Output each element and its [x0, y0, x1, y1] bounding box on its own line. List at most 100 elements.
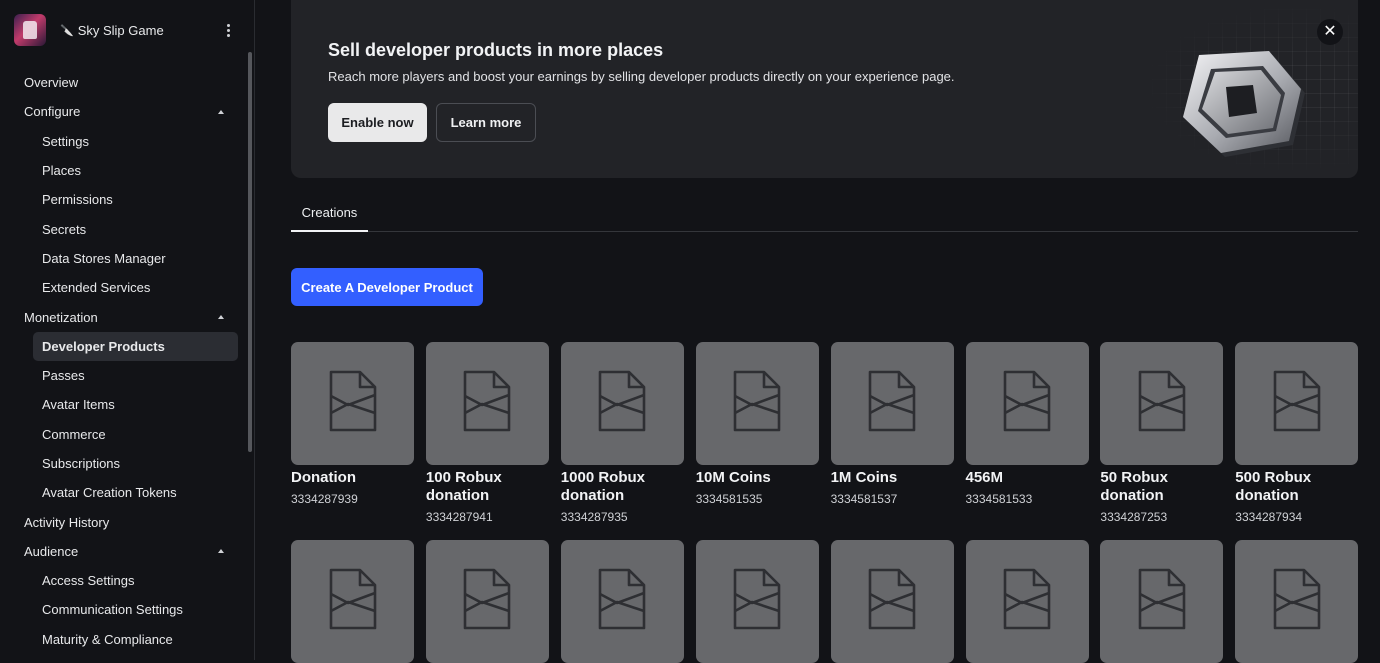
- product-card[interactable]: Donation 3334287939: [291, 342, 414, 506]
- sidebar-item-monetization[interactable]: Monetization: [0, 302, 248, 331]
- sidebar-item-passes[interactable]: Passes: [0, 361, 248, 390]
- product-card[interactable]: [1100, 540, 1224, 663]
- experience-name[interactable]: 🔪 Sky Slip Game: [60, 23, 220, 38]
- sidebar-scrollbar[interactable]: [248, 52, 252, 452]
- sidebar-item-label: Settings: [42, 133, 89, 149]
- product-card[interactable]: [830, 540, 954, 663]
- image-placeholder-icon: [597, 567, 647, 636]
- sidebar-item-label: Places: [42, 163, 82, 179]
- sidebar-item-overview[interactable]: Overview: [0, 68, 248, 97]
- product-id: 3334287935: [560, 510, 628, 524]
- sidebar-item-access-settings[interactable]: Access Settings: [0, 566, 248, 595]
- product-thumbnail[interactable]: [560, 540, 684, 663]
- product-card[interactable]: 50 Robux donation 3334287253: [1100, 342, 1224, 524]
- chevron-up-icon[interactable]: [218, 549, 224, 554]
- sidebar-item-settings[interactable]: Settings: [0, 127, 248, 156]
- sidebar-nav: Overview Configure Settings Places Permissio…: [0, 68, 248, 654]
- experience-thumbnail[interactable]: [14, 14, 46, 46]
- sidebar-item-secrets[interactable]: Secrets: [0, 214, 248, 243]
- product-card[interactable]: 10M Coins 3334581535: [695, 342, 819, 506]
- product-thumbnail[interactable]: [425, 342, 549, 465]
- sidebar-item-label: Data Stores Manager: [42, 250, 166, 266]
- close-icon: ✕: [1323, 23, 1337, 40]
- sidebar-item-label: Configure: [24, 104, 81, 120]
- image-placeholder-icon: [462, 567, 512, 636]
- sidebar-item-label: Maturity & Compliance: [42, 631, 173, 647]
- image-placeholder-icon: [1272, 369, 1322, 438]
- sidebar-item-configure[interactable]: Configure: [0, 97, 248, 126]
- create-developer-product-button[interactable]: Create A Developer Product: [291, 268, 483, 306]
- sidebar-item-activity-history[interactable]: Activity History: [0, 507, 248, 536]
- image-placeholder-icon: [867, 369, 917, 438]
- product-name[interactable]: 10M Coins: [696, 469, 819, 487]
- product-card[interactable]: 456M 3334581533: [965, 342, 1089, 506]
- banner-title: Sell developer products in more places: [328, 40, 664, 60]
- sidebar-item-avatar-items[interactable]: Avatar Items: [0, 390, 248, 419]
- product-name[interactable]: 50 Robux donation: [1100, 469, 1223, 505]
- sidebar-item-extended-services[interactable]: Extended Services: [0, 273, 248, 302]
- product-name[interactable]: Donation: [291, 469, 414, 487]
- product-card[interactable]: 100 Robux donation 3334287941: [425, 342, 549, 524]
- product-id: 3334287939: [291, 492, 358, 506]
- product-thumbnail[interactable]: [965, 342, 1089, 465]
- product-card[interactable]: 1M Coins 3334581537: [830, 342, 954, 506]
- learn-more-button[interactable]: Learn more: [436, 103, 536, 142]
- product-id: 3334287934: [1235, 510, 1303, 524]
- product-card[interactable]: 1000 Robux donation 3334287935: [560, 342, 684, 524]
- product-thumbnail[interactable]: [695, 342, 819, 465]
- product-thumbnail[interactable]: [425, 540, 549, 663]
- product-thumbnail[interactable]: [1100, 342, 1224, 465]
- sidebar-item-avatar-creation-tokens[interactable]: Avatar Creation Tokens: [0, 478, 248, 507]
- product-thumbnail[interactable]: [1100, 540, 1224, 663]
- sidebar-item-commerce[interactable]: Commerce: [0, 420, 248, 449]
- sidebar-item-developer-products[interactable]: Developer Products: [33, 331, 238, 361]
- image-placeholder-icon: [732, 369, 782, 438]
- chevron-up-icon[interactable]: [218, 109, 224, 114]
- product-thumbnail[interactable]: [965, 540, 1089, 663]
- product-name[interactable]: 1M Coins: [831, 469, 954, 487]
- product-card[interactable]: [291, 540, 414, 663]
- knife-icon: 🔪: [60, 24, 74, 37]
- product-card[interactable]: 500 Robux donation 3334287934: [1235, 342, 1359, 524]
- robux-logo-icon: [1183, 51, 1305, 157]
- enable-now-button[interactable]: Enable now: [328, 103, 427, 142]
- tab-creations[interactable]: Creations: [291, 195, 368, 232]
- product-thumbnail[interactable]: [1235, 540, 1359, 663]
- sidebar-item-audience[interactable]: Audience: [0, 537, 248, 566]
- product-id: 3334581535: [695, 492, 763, 506]
- image-placeholder-icon: [867, 567, 917, 636]
- product-thumbnail[interactable]: [291, 540, 414, 663]
- sidebar-item-data-stores-manager[interactable]: Data Stores Manager: [0, 244, 248, 273]
- more-options-icon[interactable]: [220, 20, 236, 40]
- sidebar-item-permissions[interactable]: Permissions: [0, 185, 248, 214]
- product-thumbnail[interactable]: [830, 342, 954, 465]
- product-card[interactable]: [560, 540, 684, 663]
- close-banner-button[interactable]: ✕: [1317, 19, 1343, 45]
- product-card[interactable]: [425, 540, 549, 663]
- sidebar-item-places[interactable]: Places: [0, 156, 248, 185]
- product-id: 3334287253: [1100, 510, 1168, 524]
- sidebar-item-subscriptions[interactable]: Subscriptions: [0, 449, 248, 478]
- experience-header[interactable]: 🔪 Sky Slip Game: [14, 14, 240, 46]
- product-thumbnail[interactable]: [695, 540, 819, 663]
- image-placeholder-icon: [1272, 567, 1322, 636]
- product-thumbnail[interactable]: [1235, 342, 1359, 465]
- product-name[interactable]: 456M: [966, 469, 1089, 487]
- product-thumbnail[interactable]: [291, 342, 414, 465]
- product-card[interactable]: [965, 540, 1089, 663]
- product-card[interactable]: [695, 540, 819, 663]
- sidebar-item-communication-settings[interactable]: Communication Settings: [0, 595, 248, 624]
- image-placeholder-icon: [1137, 369, 1187, 438]
- chevron-up-icon[interactable]: [218, 315, 224, 320]
- sidebar-item-label: Communication Settings: [42, 602, 183, 618]
- product-name[interactable]: 100 Robux donation: [426, 469, 549, 505]
- product-card[interactable]: [1235, 540, 1359, 663]
- product-thumbnail[interactable]: [560, 342, 684, 465]
- product-name[interactable]: 1000 Robux donation: [561, 469, 684, 505]
- tab-bar: Creations: [291, 195, 1358, 232]
- sidebar-item-maturity-compliance[interactable]: Maturity & Compliance: [0, 625, 248, 654]
- image-placeholder-icon: [462, 369, 512, 438]
- product-name[interactable]: 500 Robux donation: [1235, 469, 1358, 505]
- image-placeholder-icon: [597, 369, 647, 438]
- product-thumbnail[interactable]: [830, 540, 954, 663]
